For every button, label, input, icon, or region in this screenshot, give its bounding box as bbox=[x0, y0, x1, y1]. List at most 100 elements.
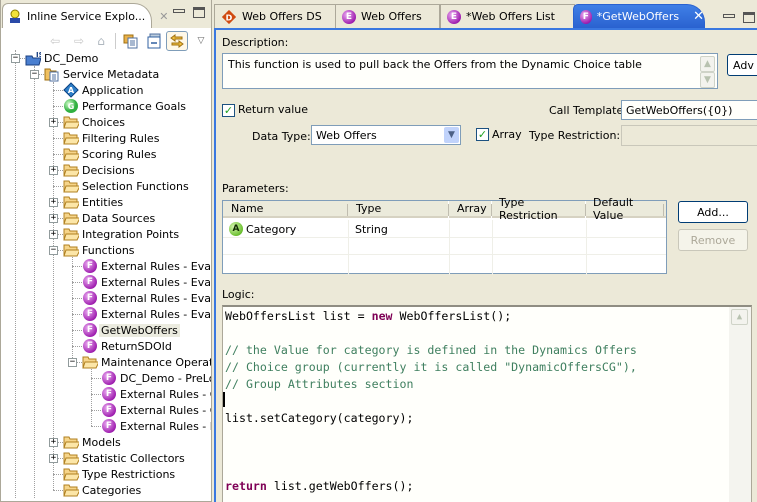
tree-item[interactable]: Type Restrictions bbox=[63, 466, 175, 482]
function-icon: F bbox=[82, 290, 98, 306]
code-line: WebOffersList list = new WebOffersList()… bbox=[225, 308, 511, 325]
tree-item[interactable]: Decisions bbox=[63, 162, 135, 178]
explorer-tab[interactable]: Inline Service Explo... ✕ bbox=[2, 3, 168, 28]
scroll-up-icon[interactable]: ▲ bbox=[731, 309, 748, 325]
tree-item-label: External Rules - G bbox=[120, 403, 211, 417]
tree-item[interactable]: F External Rules - C bbox=[101, 386, 211, 402]
chevron-down-icon[interactable]: ▼ bbox=[444, 127, 459, 143]
application-icon: A bbox=[63, 82, 79, 98]
grid-line bbox=[586, 220, 587, 275]
view-menu-icon[interactable]: ▽ bbox=[191, 32, 211, 50]
tree-item[interactable]: Maintenance Operatic bbox=[82, 354, 211, 370]
forward-icon[interactable]: ⇨ bbox=[69, 32, 89, 50]
tree-item[interactable]: F External Rules - R bbox=[101, 418, 211, 434]
tree-item[interactable]: Integration Points bbox=[63, 226, 179, 242]
column-header-type[interactable]: Type bbox=[348, 201, 448, 218]
remove-parameter-button[interactable]: Remove bbox=[678, 229, 748, 251]
folder-icon bbox=[63, 482, 79, 498]
code-comment: // the Value for category is defined in … bbox=[225, 343, 637, 357]
collapse-icon[interactable]: − bbox=[68, 358, 77, 367]
tree-item[interactable]: F DC_Demo - PreLo bbox=[101, 370, 211, 386]
column-header-default-value[interactable]: Default Value bbox=[586, 196, 666, 222]
function-icon: F bbox=[82, 322, 98, 338]
close-tab-icon[interactable]: ✕ bbox=[693, 9, 704, 24]
tree-item[interactable]: Functions bbox=[63, 242, 135, 258]
table-row[interactable]: A Category bbox=[229, 220, 296, 238]
collapse-icon[interactable] bbox=[145, 32, 165, 50]
tree-item[interactable]: ISDC_Demo bbox=[25, 50, 98, 66]
tree-item[interactable]: Data Sources bbox=[63, 210, 155, 226]
editor-tabs: D Web Offers DS E Web Offers E *Web Offe… bbox=[214, 4, 757, 28]
column-header-name[interactable]: Name bbox=[223, 201, 348, 218]
maximize-icon[interactable] bbox=[193, 7, 205, 18]
tree-item[interactable]: Categories bbox=[63, 482, 141, 498]
collapse-icon[interactable]: − bbox=[11, 54, 20, 63]
tree-item[interactable]: A Application bbox=[63, 82, 143, 98]
tree-item-label: Entities bbox=[82, 195, 124, 209]
tree-item-label: External Rules - Evalu bbox=[101, 259, 211, 273]
tab-label: *GetWebOffers bbox=[596, 10, 680, 23]
maximize-icon[interactable] bbox=[743, 12, 755, 23]
tab-get-web-offers[interactable]: F *GetWebOffers ✕ bbox=[573, 4, 705, 28]
tree-item[interactable]: Filtering Rules bbox=[63, 130, 159, 146]
description-text: This function is used to pull back the O… bbox=[228, 58, 642, 71]
tree-item[interactable]: G Performance Goals bbox=[63, 98, 186, 114]
tab-label: Web Offers DS bbox=[242, 10, 322, 23]
tree-item-label: DC_Demo - PreLo bbox=[120, 371, 211, 385]
tree-item[interactable]: Models bbox=[63, 434, 121, 450]
data-type-select[interactable]: Web Offers ▼ bbox=[311, 125, 461, 145]
return-value-checkbox[interactable]: ✓ bbox=[222, 104, 235, 117]
minimize-icon[interactable] bbox=[173, 9, 185, 13]
type-restriction-input[interactable] bbox=[621, 125, 757, 146]
code-line: // Choice group (currently it is called … bbox=[225, 359, 637, 376]
back-icon[interactable]: ⇦ bbox=[45, 32, 65, 50]
column-divider bbox=[663, 204, 664, 216]
advanced-button[interactable]: Adv bbox=[727, 54, 757, 76]
collapse-all-icon[interactable] bbox=[121, 32, 141, 50]
expand-icon[interactable]: + bbox=[49, 198, 58, 207]
expand-icon[interactable]: + bbox=[49, 230, 58, 239]
tree-item[interactable]: F GetWebOffers bbox=[82, 322, 180, 338]
link-with-editor-icon[interactable] bbox=[166, 31, 188, 51]
expand-icon[interactable]: + bbox=[49, 454, 58, 463]
tab-web-offers-list[interactable]: E *Web Offers List bbox=[440, 4, 575, 28]
tree-connector-line bbox=[15, 50, 16, 498]
logic-code-editor[interactable]: ▲ WebOffersList list = new WebOffersList… bbox=[222, 305, 752, 502]
call-template-input[interactable]: GetWebOffers({0}) bbox=[621, 100, 757, 120]
expand-icon[interactable]: + bbox=[49, 118, 58, 127]
editor-body: Description: This function is used to pu… bbox=[214, 28, 757, 502]
expand-icon[interactable]: + bbox=[49, 438, 58, 447]
scroll-up-icon[interactable]: ▲ bbox=[700, 56, 715, 72]
close-icon[interactable]: ✕ bbox=[159, 10, 168, 23]
minimize-icon[interactable] bbox=[723, 14, 735, 18]
home-icon[interactable]: ⌂ bbox=[91, 32, 111, 50]
tree-item[interactable]: F External Rules - Evalu bbox=[82, 306, 211, 322]
tree-item[interactable]: Choices bbox=[63, 114, 125, 130]
code-vertical-scrollbar[interactable]: ▲ bbox=[729, 307, 751, 502]
tree-item-label: DC_Demo bbox=[44, 51, 99, 65]
tree-item-label: External Rules - C bbox=[120, 387, 211, 401]
tree-item[interactable]: F External Rules - Evalu bbox=[82, 258, 211, 274]
description-textarea[interactable]: This function is used to pull back the O… bbox=[222, 53, 718, 89]
tree-item[interactable]: Statistic Collectors bbox=[63, 450, 185, 466]
param-name: Category bbox=[246, 222, 297, 236]
column-header-type-restriction[interactable]: Type Restriction bbox=[492, 196, 585, 222]
tree-item[interactable]: F External Rules - G bbox=[101, 402, 211, 418]
tree-item[interactable]: F External Rules - Evalu bbox=[82, 290, 211, 306]
expand-icon[interactable]: + bbox=[49, 166, 58, 175]
tree-item[interactable]: Entities bbox=[63, 194, 123, 210]
collapse-icon[interactable]: − bbox=[49, 246, 58, 255]
tree-item[interactable]: Selection Functions bbox=[63, 178, 189, 194]
tree-item[interactable]: Service Metadata bbox=[44, 66, 159, 82]
tree-item[interactable]: F ReturnSDOId bbox=[82, 338, 172, 354]
array-checkbox[interactable]: ✓ bbox=[476, 128, 489, 141]
tree-item[interactable]: Scoring Rules bbox=[63, 146, 156, 162]
scroll-down-icon[interactable]: ▼ bbox=[700, 72, 715, 88]
code-comment: // Choice group (currently it is called … bbox=[225, 360, 637, 374]
add-parameter-button[interactable]: Add... bbox=[678, 201, 748, 223]
expand-icon[interactable]: + bbox=[49, 214, 58, 223]
column-header-array[interactable]: Array bbox=[449, 201, 491, 218]
collapse-icon[interactable]: − bbox=[30, 70, 39, 79]
tab-web-offers[interactable]: E Web Offers bbox=[335, 4, 440, 28]
tree-item[interactable]: F External Rules - Evalu bbox=[82, 274, 211, 290]
